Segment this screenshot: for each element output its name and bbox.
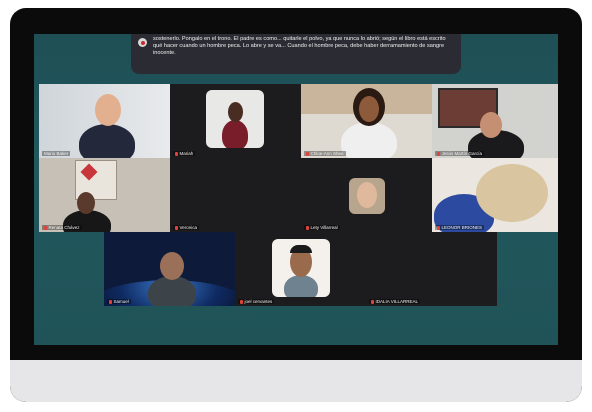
mic-muted-icon [437, 225, 440, 230]
video-tile-renata[interactable]: Renata Chávez [39, 158, 170, 232]
mic-muted-icon [240, 299, 243, 304]
caption-icon [138, 38, 147, 47]
video-tile-samuel[interactable]: Samuel [104, 232, 235, 306]
participant-name: Renata Chávez [48, 225, 80, 230]
mic-muted-icon [306, 151, 309, 156]
caption-text: sostenerlo. Pongalo en el trono. El padr… [153, 36, 446, 56]
mic-muted-icon [44, 225, 47, 230]
participant-name: IDALIA VILLARREAL [375, 299, 419, 304]
participant-name: Mariah [179, 151, 194, 156]
video-tile-mariah[interactable]: Mariah [170, 84, 301, 158]
participant-name: Mario Baker [44, 151, 69, 156]
mic-muted-icon [437, 151, 440, 156]
mic-muted-icon [175, 225, 178, 230]
video-tile-joel[interactable]: joel cervantes [235, 232, 366, 306]
video-tile-lety[interactable]: Lety Villarreal [301, 158, 432, 232]
mic-muted-icon [306, 225, 309, 230]
participant-name: joel cervantes [244, 299, 273, 304]
video-tile-chloe[interactable]: Chloe-Ann Shea [301, 84, 432, 158]
laptop-frame: sostenerlo. Pongalo en el trono. El padr… [10, 8, 582, 402]
live-caption: sostenerlo. Pongalo en el trono. El padr… [131, 34, 461, 74]
participant-name: LEONOR BRIONES [441, 225, 483, 230]
mic-muted-icon [109, 299, 112, 304]
laptop-base [10, 360, 582, 402]
participant-name: Jesús Martín García [441, 151, 483, 156]
participant-name: Samuel [113, 299, 129, 304]
video-tile-veronica[interactable]: Veronica [170, 158, 301, 232]
participant-name: Chloe-Ann Shea [310, 151, 344, 156]
video-tile-leonor[interactable]: LEONOR BRIONES [432, 158, 558, 232]
video-tile-mario[interactable]: Mario Baker [39, 84, 170, 158]
participant-name: Lety Villarreal [310, 225, 338, 230]
mic-muted-icon [371, 299, 374, 304]
participant-name: Veronica [179, 225, 198, 230]
video-call-screen: sostenerlo. Pongalo en el trono. El padr… [34, 34, 558, 345]
mic-muted-icon [175, 151, 178, 156]
video-tile-idalia[interactable]: IDALIA VILLARREAL [366, 232, 497, 306]
video-tile-jesus[interactable]: Jesús Martín García [432, 84, 558, 158]
